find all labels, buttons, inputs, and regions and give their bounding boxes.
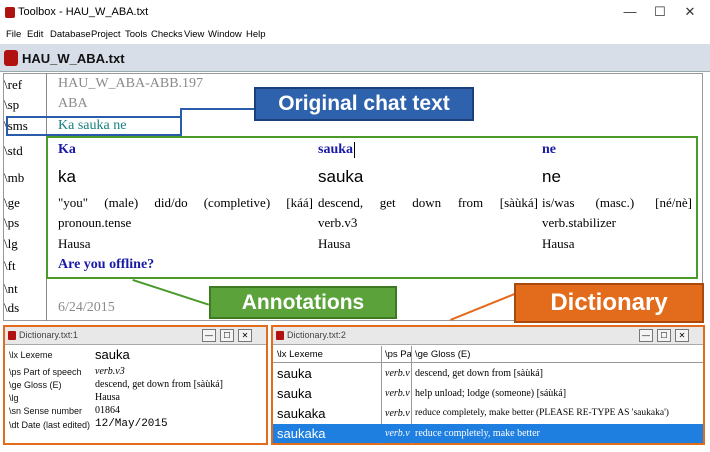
dict1-marker: \sn Sense number bbox=[9, 406, 83, 416]
marker-std: \std bbox=[4, 143, 23, 158]
dict1-marker: \ge Gloss (E) bbox=[9, 380, 62, 390]
dictionary-pane-1: Dictionary.txt:1 — ☐ ✕ \lx Lexeme sauka … bbox=[3, 325, 268, 445]
menu-database[interactable]: Database bbox=[50, 29, 91, 40]
marker-mb: \mb bbox=[4, 170, 25, 185]
dictionary-pane-1-header: Dictionary.txt:1 — ☐ ✕ bbox=[5, 327, 266, 345]
menu-bar: File Edit Database Project Tools Checks … bbox=[0, 27, 710, 43]
menu-project[interactable]: Project bbox=[91, 29, 121, 40]
dictionary-icon bbox=[8, 331, 16, 340]
app-icon bbox=[5, 7, 15, 18]
minimize-button[interactable]: — bbox=[620, 3, 640, 21]
dictionary-pane-2-title: Dictionary.txt:2 bbox=[287, 330, 346, 340]
dictionary-pane-1-title: Dictionary.txt:1 bbox=[19, 330, 78, 340]
row-gloss: reduce completely, make better (PLEASE R… bbox=[415, 408, 669, 418]
menu-tools[interactable]: Tools bbox=[125, 29, 147, 40]
marker-ft: \ft bbox=[4, 258, 16, 273]
callout-annotations: Annotations bbox=[209, 286, 397, 319]
menu-edit[interactable]: Edit bbox=[27, 29, 43, 40]
row-gloss: descend, get down from [sàùká] bbox=[415, 368, 544, 379]
original-text-connector bbox=[180, 108, 182, 136]
table-row[interactable]: sauka verb.v descend, get down from [sàù… bbox=[273, 364, 703, 384]
row-lexeme: saukaka bbox=[277, 426, 326, 441]
window-title: Toolbox - HAU_W_ABA.txt bbox=[18, 6, 149, 18]
row-pos: verb.v bbox=[385, 388, 410, 399]
ds-value: 6/24/2015 bbox=[58, 300, 115, 315]
dictionary-pane-2: Dictionary.txt:2 — ☐ ✕ \lx Lexeme \ps Pa… bbox=[271, 325, 705, 445]
dict1-value[interactable]: verb.v3 bbox=[95, 366, 125, 377]
dict1-value[interactable]: sauka bbox=[95, 347, 130, 362]
dict1-marker: \ps Part of speech bbox=[9, 367, 82, 377]
maximize-button[interactable]: ☐ bbox=[650, 3, 670, 21]
column-header-lexeme[interactable]: \lx Lexeme bbox=[277, 349, 323, 360]
callout-dictionary: Dictionary bbox=[514, 283, 704, 323]
pane-maximize-button[interactable]: ☐ bbox=[220, 329, 234, 342]
table-row-selected[interactable]: saukaka verb.v reduce completely, make b… bbox=[273, 424, 703, 443]
marker-lg: \lg bbox=[4, 236, 18, 251]
column-header-gloss[interactable]: \ge Gloss (E) bbox=[415, 349, 470, 360]
column-header-pos[interactable]: \ps Pa bbox=[385, 349, 412, 360]
marker-nt: \nt bbox=[4, 281, 18, 296]
row-lexeme: sauka bbox=[277, 366, 312, 381]
marker-ds: \ds bbox=[4, 300, 20, 315]
row-pos: verb.v bbox=[385, 428, 410, 439]
pane-maximize-button[interactable]: ☐ bbox=[657, 329, 671, 342]
annotations-outline bbox=[46, 136, 698, 279]
pane-close-button[interactable]: ✕ bbox=[238, 329, 252, 342]
row-gloss: reduce completely, make better bbox=[415, 428, 540, 439]
table-row[interactable]: saukaka verb.v reduce completely, make b… bbox=[273, 404, 703, 424]
pane-minimize-button[interactable]: — bbox=[202, 329, 216, 342]
marker-ref: \ref bbox=[4, 77, 23, 92]
document-title: HAU_W_ABA.txt bbox=[22, 51, 125, 66]
dict1-value[interactable]: 12/May/2015 bbox=[95, 418, 168, 430]
menu-checks[interactable]: Checks bbox=[151, 29, 183, 40]
dict1-value[interactable]: 01864 bbox=[95, 405, 120, 416]
menu-view[interactable]: View bbox=[184, 29, 204, 40]
row-lexeme: saukaka bbox=[277, 406, 326, 421]
table-row[interactable]: sauka verb.v help unload; lodge (someone… bbox=[273, 384, 703, 404]
row-pos: verb.v bbox=[385, 368, 410, 379]
document-title-bar: HAU_W_ABA.txt bbox=[0, 44, 710, 72]
document-icon bbox=[4, 50, 18, 66]
title-bar: Toolbox - HAU_W_ABA.txt — ☐ ✕ bbox=[0, 0, 710, 26]
row-gloss: help unload; lodge (someone) [sáùká] bbox=[415, 388, 567, 399]
close-button[interactable]: ✕ bbox=[680, 3, 700, 21]
marker-sp: \sp bbox=[4, 97, 20, 112]
original-text-connector bbox=[182, 108, 254, 110]
dict1-value[interactable]: descend, get down from [sàùká] bbox=[95, 379, 223, 390]
dict1-marker: \dt Date (last edited) bbox=[9, 420, 91, 430]
menu-window[interactable]: Window bbox=[208, 29, 242, 40]
marker-ps: \ps bbox=[4, 215, 20, 230]
callout-original-chat-text: Original chat text bbox=[254, 87, 474, 121]
dictionary-pane-2-header: Dictionary.txt:2 — ☐ ✕ bbox=[273, 327, 703, 345]
row-pos: verb.v bbox=[385, 408, 410, 419]
dictionary-icon bbox=[276, 331, 284, 340]
sp-value: ABA bbox=[58, 96, 88, 111]
dict1-marker: \lg bbox=[9, 393, 19, 403]
dict1-value[interactable]: Hausa bbox=[95, 392, 120, 403]
menu-help[interactable]: Help bbox=[246, 29, 266, 40]
row-lexeme: sauka bbox=[277, 386, 312, 401]
marker-ge: \ge bbox=[4, 195, 20, 210]
pane-close-button[interactable]: ✕ bbox=[675, 329, 689, 342]
ref-value: HAU_W_ABA-ABB.197 bbox=[58, 76, 204, 91]
original-text-outline bbox=[6, 116, 182, 136]
menu-file[interactable]: File bbox=[6, 29, 21, 40]
dict1-marker: \lx Lexeme bbox=[9, 350, 53, 360]
pane-minimize-button[interactable]: — bbox=[639, 329, 653, 342]
dict2-header-row: \lx Lexeme \ps Pa \ge Gloss (E) bbox=[273, 346, 703, 363]
